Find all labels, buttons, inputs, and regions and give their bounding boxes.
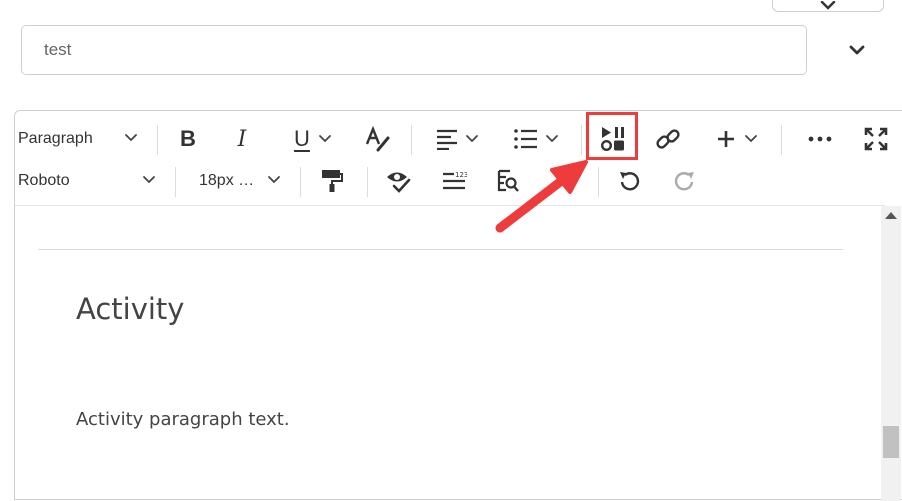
toolbar-separator (598, 167, 599, 197)
chevron-down-icon (744, 134, 758, 144)
align-button[interactable] (431, 119, 483, 159)
toolbar-row-2: Roboto 18px … 123 (15, 161, 902, 201)
chevron-down-icon (267, 175, 281, 185)
font-family-label: Roboto (18, 172, 70, 189)
link-icon (655, 126, 681, 152)
toolbar-separator (157, 125, 158, 155)
chevron-down-icon (124, 133, 138, 143)
highlight-box (586, 112, 638, 160)
format-painter-button[interactable] (317, 161, 347, 201)
chevron-down-icon (819, 1, 837, 11)
horizontal-rule (38, 249, 843, 250)
eye-check-icon (385, 169, 411, 193)
title-input-value: test (44, 40, 72, 59)
italic-button[interactable]: I (227, 119, 257, 159)
chevron-down-icon (848, 45, 866, 57)
toolbar-row-1: Paragraph B I U (15, 119, 902, 159)
editor-scrollbar[interactable] (881, 206, 901, 501)
chevron-down-icon (318, 134, 332, 144)
insert-button[interactable] (711, 119, 763, 159)
bold-icon: B (180, 126, 196, 151)
svg-text:123: 123 (455, 171, 467, 179)
scroll-thumb[interactable] (883, 426, 899, 458)
bold-button[interactable]: B (173, 119, 203, 159)
chevron-down-icon (545, 134, 559, 144)
line-numbers-button[interactable]: 123 (439, 161, 469, 201)
undo-icon (618, 169, 642, 193)
editor-content[interactable]: Activity Activity paragraph text. (15, 206, 881, 501)
content-paragraph: Activity paragraph text. (76, 409, 290, 430)
chevron-down-icon (142, 175, 156, 185)
bullet-list-icon (513, 128, 539, 150)
block-format-select[interactable]: Paragraph (18, 119, 146, 159)
find-document-icon (496, 169, 520, 193)
title-input[interactable]: test (21, 25, 807, 75)
toolbar-separator (781, 125, 782, 155)
font-size-select[interactable]: 18px … (199, 161, 301, 201)
toolbar-separator (300, 167, 301, 197)
link-button[interactable] (651, 119, 685, 159)
scroll-up-arrow-icon[interactable] (885, 212, 897, 219)
redo-button[interactable] (669, 161, 699, 201)
font-size-label: 18px … (199, 172, 255, 189)
more-options-button[interactable] (805, 119, 835, 159)
paint-roller-icon (321, 169, 343, 193)
spellcheck-button[interactable] (361, 119, 395, 159)
fullscreen-icon (864, 127, 888, 151)
font-family-select[interactable]: Roboto (18, 161, 164, 201)
top-dropdown-button[interactable] (772, 0, 884, 12)
undo-button[interactable] (615, 161, 645, 201)
plus-icon (716, 129, 736, 149)
align-left-icon (435, 128, 459, 150)
toolbar-separator (175, 167, 176, 197)
underline-button[interactable]: U (287, 119, 339, 159)
more-horizontal-icon (808, 136, 832, 142)
rich-text-editor: Paragraph B I U Roboto 18px … 123 Activi… (14, 110, 902, 501)
spellcheck-icon (364, 126, 392, 152)
find-replace-button[interactable] (493, 161, 523, 201)
chevron-down-icon (465, 134, 479, 144)
line-numbers-icon: 123 (441, 170, 467, 192)
italic-icon: I (237, 126, 247, 152)
collapse-chevron-button[interactable] (844, 38, 870, 64)
toolbar-separator (581, 125, 582, 155)
accessibility-check-button[interactable] (383, 161, 413, 201)
fullscreen-button[interactable] (861, 119, 891, 159)
redo-icon (672, 169, 696, 193)
list-button[interactable] (509, 119, 563, 159)
underline-icon: U (294, 126, 310, 151)
block-format-label: Paragraph (18, 130, 93, 147)
content-heading: Activity (76, 292, 185, 326)
toolbar-separator (367, 167, 368, 197)
toolbar-separator (411, 125, 412, 155)
